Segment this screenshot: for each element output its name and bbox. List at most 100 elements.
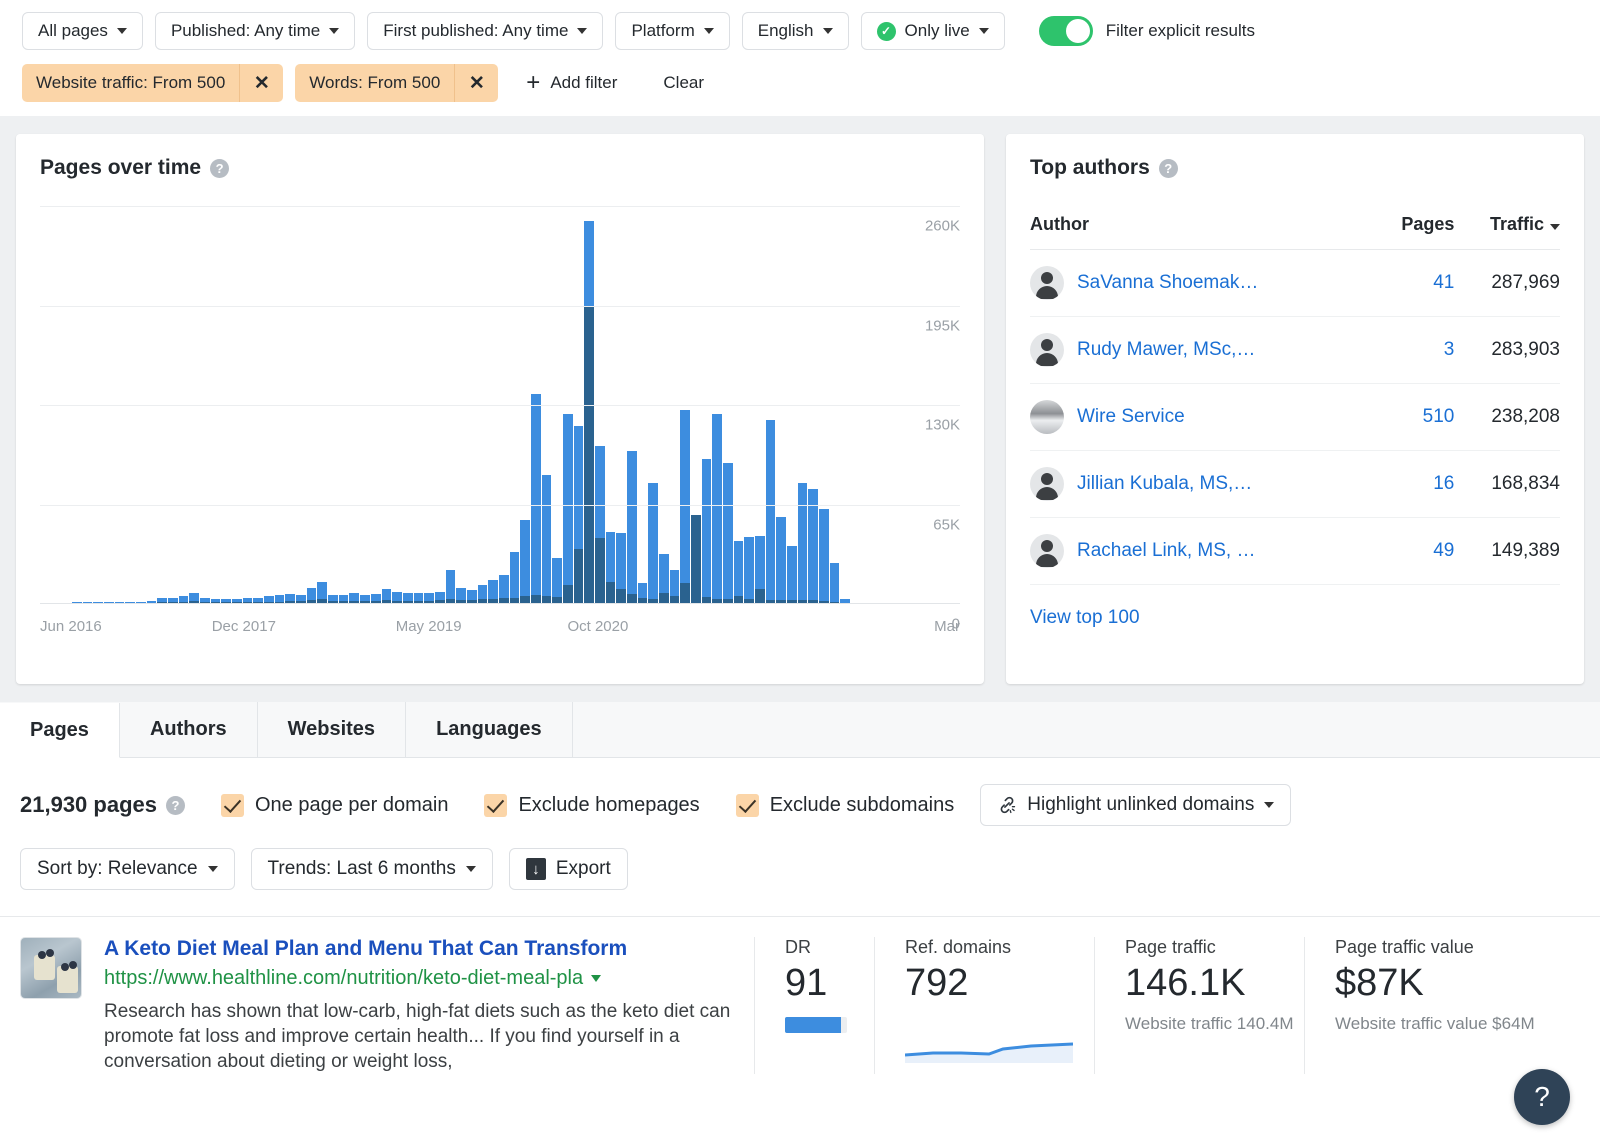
clear-filters-button[interactable]: Clear (663, 73, 704, 93)
active-filter-label: Website traffic: From 500 (22, 64, 239, 102)
view-top-100-link[interactable]: View top 100 (1030, 607, 1140, 629)
chart-bar-pages (798, 483, 808, 604)
add-filter-button[interactable]: + Add filter (526, 71, 617, 95)
help-icon[interactable]: ? (210, 159, 229, 178)
close-icon[interactable]: ✕ (454, 64, 498, 102)
chart-gridline (40, 505, 960, 506)
chart-bar-live-pages (606, 582, 616, 604)
metric-label: Page traffic value (1335, 937, 1544, 958)
export-button[interactable]: Export (509, 848, 628, 890)
filter-language[interactable]: English (742, 12, 849, 50)
filter-first-published-label: First published: Any time (383, 21, 568, 41)
author-link[interactable]: Rachael Link, MS, … (1077, 540, 1255, 562)
filter-explicit-toggle[interactable] (1039, 16, 1093, 46)
pages-link[interactable]: 41 (1433, 272, 1454, 293)
chart-x-tick-label: Mar (934, 618, 960, 635)
filter-platform[interactable]: Platform (615, 12, 729, 50)
tab-authors[interactable]: Authors (120, 702, 258, 757)
help-fab-button[interactable]: ? (1514, 1069, 1570, 1125)
metric-label: Ref. domains (905, 937, 1094, 958)
filter-published[interactable]: Published: Any time (155, 12, 355, 50)
chart-bar-pages (563, 414, 573, 604)
checkbox-exclude-homepages[interactable]: Exclude homepages (484, 794, 699, 817)
filter-explicit-label: Filter explicit results (1106, 21, 1255, 41)
chevron-down-icon[interactable] (591, 975, 601, 982)
tab-websites[interactable]: Websites (258, 702, 406, 757)
column-header-traffic[interactable]: Traffic (1454, 202, 1560, 250)
app-root: All pages Published: Any time First publ… (0, 0, 1600, 1145)
chart-bar-pages (734, 541, 744, 604)
sort-by-dropdown[interactable]: Sort by: Relevance (20, 848, 235, 890)
active-filter-website-traffic[interactable]: Website traffic: From 500 ✕ (22, 64, 283, 102)
chart-bar-pages (819, 509, 829, 604)
dashboard-cards: Pages over time ? 065K130K195K260K Jun 2… (0, 116, 1600, 702)
chevron-down-icon (979, 28, 989, 34)
top-authors-title: Top authors (1030, 156, 1150, 180)
chart-y-tick-label: 130K (925, 417, 960, 434)
chart-bar-pages (776, 517, 786, 604)
column-header-pages[interactable]: Pages (1374, 202, 1454, 250)
tab-languages[interactable]: Languages (406, 702, 573, 757)
traffic-cell: 283,903 (1454, 317, 1560, 384)
metric-value: 792 (905, 962, 1094, 1005)
help-icon[interactable]: ? (1159, 159, 1178, 178)
sort-desc-icon (1550, 224, 1560, 230)
chart-bar-live-pages (574, 549, 584, 604)
checkbox-label: One page per domain (255, 794, 448, 817)
chart-bar-live-pages (680, 583, 690, 604)
chart-bar-pages (702, 459, 712, 604)
pages-cell: 41 (1374, 250, 1454, 317)
chart-gridline (40, 306, 960, 307)
top-authors-card: Top authors ? Author Pages Traffic SaVan… (1006, 134, 1584, 684)
checkbox-label: Exclude subdomains (770, 794, 955, 817)
result-url[interactable]: https://www.healthline.com/nutrition/ket… (104, 967, 744, 990)
result-thumbnail (20, 937, 82, 999)
author-link[interactable]: Rudy Mawer, MSc,… (1077, 339, 1255, 361)
thumbnail-shape (46, 949, 54, 957)
chevron-down-icon (466, 866, 476, 872)
pages-over-time-chart: 065K130K195K260K Jun 2016Dec 2017May 201… (40, 206, 960, 646)
checkbox-one-page-per-domain[interactable]: One page per domain (221, 794, 448, 817)
column-header-author[interactable]: Author (1030, 202, 1374, 250)
table-row: Wire Service510238,208 (1030, 384, 1560, 451)
author-link[interactable]: Wire Service (1077, 406, 1185, 428)
table-row: SaVanna Shoemak…41287,969 (1030, 250, 1560, 317)
checkbox-icon (484, 794, 507, 817)
trends-dropdown[interactable]: Trends: Last 6 months (251, 848, 493, 890)
result-title-link[interactable]: A Keto Diet Meal Plan and Menu That Can … (104, 937, 744, 961)
author-link[interactable]: SaVanna Shoemak… (1077, 272, 1258, 294)
pages-link[interactable]: 16 (1433, 473, 1454, 494)
close-icon[interactable]: ✕ (239, 64, 283, 102)
chart-bar-live-pages (691, 515, 701, 604)
checkbox-icon (736, 794, 759, 817)
pages-link[interactable]: 510 (1423, 406, 1455, 427)
pages-link[interactable]: 49 (1433, 540, 1454, 561)
avatar (1030, 400, 1064, 434)
chart-bar-pages (520, 520, 530, 604)
traffic-cell: 168,834 (1454, 451, 1560, 518)
filter-only-live-label: Only live (905, 21, 970, 41)
avatar (1030, 467, 1064, 501)
filter-all-pages[interactable]: All pages (22, 12, 143, 50)
chart-x-tick-label: Jun 2016 (40, 618, 102, 635)
active-filter-words[interactable]: Words: From 500 ✕ (295, 64, 498, 102)
filter-bar: All pages Published: Any time First publ… (0, 0, 1600, 116)
metric-label: DR (785, 937, 874, 958)
chart-bar-live-pages (755, 589, 765, 604)
author-link[interactable]: Jillian Kubala, MS,… (1077, 473, 1252, 495)
tab-pages[interactable]: Pages (0, 703, 120, 758)
highlight-unlinked-domains-dropdown[interactable]: Highlight unlinked domains (980, 784, 1291, 826)
checkbox-exclude-subdomains[interactable]: Exclude subdomains (736, 794, 955, 817)
help-icon[interactable]: ? (166, 796, 185, 815)
highlight-label: Highlight unlinked domains (1027, 794, 1254, 816)
chevron-down-icon (577, 28, 587, 34)
chart-x-tick-label: Oct 2020 (567, 618, 628, 635)
metric-value: 91 (785, 962, 874, 1005)
filter-first-published[interactable]: First published: Any time (367, 12, 603, 50)
top-authors-title-row: Top authors ? (1030, 156, 1560, 180)
pages-link[interactable]: 3 (1444, 339, 1455, 360)
broken-link-icon (997, 795, 1017, 815)
chart-x-tick-label: Dec 2017 (212, 618, 276, 635)
filter-only-live[interactable]: ✓ Only live (861, 12, 1005, 50)
active-filter-label: Words: From 500 (295, 64, 454, 102)
